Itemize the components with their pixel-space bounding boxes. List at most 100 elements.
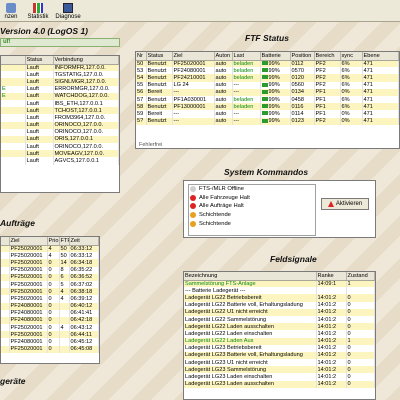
table-row[interactable]: 56 Bereit --- auto --- 99% 0134 PF1 0% 471 xyxy=(136,88,399,96)
column-header[interactable]: Prio xyxy=(47,237,60,246)
table-row[interactable]: Lauft ORINOCO,127.0.0. xyxy=(1,128,119,136)
column-header[interactable]: Nr xyxy=(136,52,147,61)
table-cell: 471 xyxy=(362,117,399,125)
table-cell: Lauft xyxy=(25,78,54,86)
diagnose-button[interactable]: Diagnose xyxy=(54,0,82,21)
column-header[interactable]: FTF xyxy=(59,237,70,246)
column-header[interactable]: Bereich xyxy=(314,52,341,61)
table-row[interactable]: Ladegerät LG22 Batterie voll, Erhaltungs… xyxy=(184,301,375,309)
table-row[interactable]: 59 Bereit --- auto --- 99% 0114 PF1 0% 471 xyxy=(136,110,399,118)
table-row[interactable]: Ladegerät LG22 U1 nicht erreicht 14:01:2 0 xyxy=(184,308,375,316)
table-row[interactable]: Ladegerät LG23 Laden ausschalten 14:01:2 0 xyxy=(184,380,375,388)
table-row[interactable]: --- Batterie Ladegerät --- xyxy=(184,287,375,295)
table-row[interactable]: 55 Benutzt LG 24 auto --- 99% 0560 PF2 6% 471 xyxy=(136,81,399,89)
column-header[interactable] xyxy=(1,237,10,246)
column-header[interactable]: Ziel xyxy=(9,237,48,246)
table-cell: ERRORMGR,127.0.0. xyxy=(53,85,119,93)
column-header[interactable]: Ranke xyxy=(316,272,347,281)
table-cell: Lauft xyxy=(25,92,54,100)
table-row[interactable]: Lauft ORINOCO,127.0.0. xyxy=(1,121,119,129)
table-row[interactable]: Ladegerät LG22 Betriebsbereit 14:01:2 0 xyxy=(184,294,375,302)
table-cell: Ladegerät LG22 U1 nicht erreicht xyxy=(184,308,317,316)
command-list[interactable]: FTS-/MLR Offline Alle Fahrzeuge Halt Alle … xyxy=(188,184,316,236)
table-row[interactable]: PF24080001 0 06:45:12 xyxy=(1,338,99,346)
table-row[interactable]: Ladegerät LG23 Sammelstörung 14:01:2 0 xyxy=(184,366,375,374)
table-row[interactable]: PF25020001 0 8 06:35:22 xyxy=(1,266,99,274)
table-row[interactable]: PF25020001 0 06:44:11 xyxy=(1,331,99,339)
table-row[interactable]: 50 Benutzt PF25020001 auto beladen 99% 0112 PF2… xyxy=(136,60,399,68)
table-row[interactable]: 54 Benutzt PF24210001 auto beladen 99% 0120 PF2… xyxy=(136,74,399,82)
column-header[interactable]: Bezeichnung xyxy=(184,272,317,281)
column-header[interactable]: Status xyxy=(146,52,173,61)
command-item[interactable]: Alle Fahrzeuge Halt xyxy=(189,194,315,203)
table-row[interactable]: Lauft MOVEAGV,127.0.0. xyxy=(1,150,119,158)
table-cell: 14:01:2 xyxy=(316,344,347,352)
table-row[interactable]: PF25020001 4 50 06:33:12 xyxy=(1,252,99,260)
command-item[interactable]: FTS-/MLR Offline xyxy=(189,185,315,194)
table-row[interactable]: Lauft AGVCS,127.0.0.1 xyxy=(1,157,119,165)
column-header[interactable]: Zustand xyxy=(346,272,375,281)
column-header[interactable]: Batterie xyxy=(260,52,291,61)
column-header[interactable]: Ziel xyxy=(172,52,215,61)
table-row[interactable]: Lauft FROM3964,127.0.0. xyxy=(1,114,119,122)
table-row[interactable]: PF25020001 4 50 06:33:12 xyxy=(1,245,99,253)
col-name[interactable] xyxy=(1,56,26,65)
table-row[interactable]: Sammelstörung FTS-Anlage 14:09:1 1 xyxy=(184,280,375,288)
table-row[interactable]: PF24080001 0 06:41:41 xyxy=(1,309,99,317)
table-cell xyxy=(1,309,10,317)
table-row[interactable]: PF25020001 0 14 06:34:18 xyxy=(1,259,99,267)
table-cell: 14:01:2 xyxy=(316,351,347,360)
table-row[interactable]: Lauft TCHOST,127.0.0.1 xyxy=(1,107,119,115)
table-row[interactable]: Lauft INFORMFR,127.0.0. xyxy=(1,64,119,72)
table-row[interactable]: PF25020001 0 4 06:43:12 xyxy=(1,324,99,332)
column-header[interactable]: Ebene xyxy=(362,52,399,61)
table-row[interactable]: E Lauft ERRORMGR,127.0.0. xyxy=(1,85,119,93)
aktivieren-button[interactable]: Aktivieren xyxy=(321,198,369,210)
table-row[interactable]: E Lauft WATCHDOG,127.0.0. xyxy=(1,92,119,100)
table-row[interactable]: Ladegerät LG23 U1 nicht erreicht 14:01:2 0 xyxy=(184,359,375,367)
table-cell xyxy=(1,259,10,267)
col-verbindung[interactable]: Verbindung xyxy=(53,56,119,65)
table-row[interactable]: Lauft SIGNLMGR,127.0.0. xyxy=(1,78,119,86)
table-row[interactable]: Ladegerät LG23 Batterie voll, Erhaltungs… xyxy=(184,351,375,360)
table-cell: PF2 xyxy=(314,117,341,125)
statistik-button[interactable]: Statistik xyxy=(24,0,52,21)
toolbar-button-nzen[interactable]: nzen xyxy=(0,0,22,21)
table-row[interactable]: 53 Benutzt PF24080001 auto beladen 99% 0570 PF2… xyxy=(136,67,399,75)
column-header[interactable]: Zeit xyxy=(69,237,99,246)
table-row[interactable]: PF25020001 0 06:45:08 xyxy=(1,345,99,353)
table-row[interactable]: Ladegerät LG23 Laden einschalten 14:01:2 0 xyxy=(184,373,375,381)
table-cell: 54 xyxy=(136,74,147,82)
table-row[interactable]: PF24080001 0 06:40:12 xyxy=(1,302,99,310)
table-row[interactable]: Lauft ORIS,127.0.0.1 xyxy=(1,135,119,144)
column-header[interactable]: Last xyxy=(232,52,261,61)
command-item[interactable]: Schichtende xyxy=(189,219,315,228)
table-row[interactable]: PF25020001 0 4 06:38:18 xyxy=(1,288,99,296)
table-row[interactable]: Ladegerät LG22 Laden Aus 14:01:2 1 xyxy=(184,337,375,345)
battery-icon xyxy=(261,118,268,123)
command-item[interactable]: Schichtende xyxy=(189,211,315,220)
table-row[interactable]: 57 Benutzt PF1A030001 auto beladen 99% 0458 PF1… xyxy=(136,95,399,104)
table-row[interactable]: PF25020001 0 6 06:36:52 xyxy=(1,273,99,281)
table-cell: 0 xyxy=(346,301,375,309)
table-row[interactable]: PF24080001 0 06:42:18 xyxy=(1,316,99,325)
column-header[interactable]: Position xyxy=(290,52,315,61)
table-row[interactable]: Ladegerät LG22 Laden einschalten 14:01:2 0 xyxy=(184,330,375,338)
column-header[interactable]: sync xyxy=(340,52,363,61)
table-row[interactable]: PF25020001 0 4 06:39:12 xyxy=(1,295,99,303)
column-header[interactable]: Auton xyxy=(214,52,233,61)
table-cell: PF2 xyxy=(314,74,341,82)
table-cell xyxy=(1,295,10,303)
table-row[interactable]: 58 Benutzt PF13000001 auto beladen 99% 0116 PF1… xyxy=(136,103,399,111)
command-item[interactable]: Alle Aufträge Halt xyxy=(189,202,315,211)
table-row[interactable]: 5? Benutzt --- auto --- 99% 0123 PF2 0% 471 xyxy=(136,117,399,125)
table-row[interactable]: Lauft ORINOCO,127.0.0. xyxy=(1,143,119,151)
table-row[interactable]: Lauft IBS_ETH,127.0.0.1 xyxy=(1,99,119,108)
table-row[interactable]: PF25020001 0 5 06:37:02 xyxy=(1,280,99,289)
table-row[interactable]: Ladegerät LG22 Sammelstörung 14:01:2 0 xyxy=(184,315,375,324)
table-row[interactable]: Ladegerät LG23 Betriebsbereit 14:01:2 0 xyxy=(184,344,375,352)
table-row[interactable]: Lauft TGSTATIG,127.0.0. xyxy=(1,71,119,79)
table-row[interactable]: Ladegerät LG22 Laden ausschalten 14:01:2 0 xyxy=(184,323,375,331)
ftf-status-table: Nr Status Ziel Auton Last Batterie Position Ber… xyxy=(135,51,400,149)
col-status[interactable]: Status xyxy=(25,56,54,65)
